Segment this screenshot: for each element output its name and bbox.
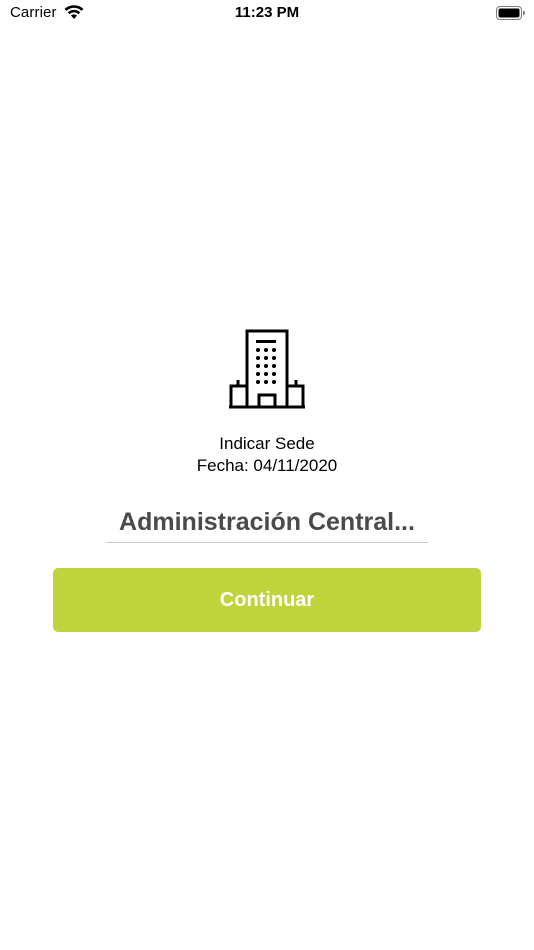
building-icon (229, 329, 305, 409)
date-label: Fecha: 04/11/2020 (196, 456, 338, 475)
continue-button[interactable]: Continuar (53, 568, 481, 632)
select-site-prompt: Indicar Sede (219, 434, 315, 453)
status-time: 11:23 PM (234, 4, 300, 21)
site-selector[interactable]: Administración Central... (106, 502, 428, 543)
battery-icon (496, 6, 525, 20)
status-bar: Carrier 11:23 PM (0, 0, 534, 28)
